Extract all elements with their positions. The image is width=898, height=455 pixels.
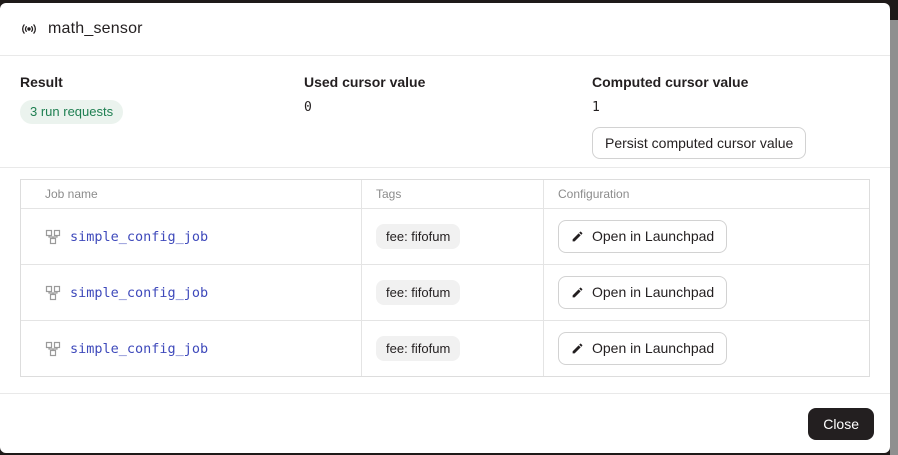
run-requests-badge: 3 run requests xyxy=(20,100,123,124)
column-header-job-name: Job name xyxy=(21,180,361,208)
computed-cursor-value: 1 xyxy=(592,100,600,116)
table-header-row: Job name Tags Configuration xyxy=(21,180,869,208)
job-name-cell: simple_config_job xyxy=(21,321,361,376)
page-scrollbar[interactable] xyxy=(890,20,898,455)
column-header-configuration: Configuration xyxy=(543,180,869,208)
job-name-link[interactable]: simple_config_job xyxy=(70,229,208,245)
tag-badge: fee: fifofum xyxy=(376,280,460,306)
result-column: Result 3 run requests xyxy=(20,74,304,167)
sensor-icon xyxy=(20,20,38,38)
open-in-launchpad-label: Open in Launchpad xyxy=(592,339,714,357)
open-in-launchpad-label: Open in Launchpad xyxy=(592,283,714,301)
table-row: simple_config_job fee: fifofum Open in L… xyxy=(21,264,869,320)
tags-cell: fee: fifofum xyxy=(361,209,543,264)
job-name-cell: simple_config_job xyxy=(21,265,361,320)
pencil-icon xyxy=(571,286,584,299)
job-name-link[interactable]: simple_config_job xyxy=(70,285,208,301)
used-cursor-label: Used cursor value xyxy=(304,74,425,90)
job-icon xyxy=(45,285,61,301)
tags-cell: fee: fifofum xyxy=(361,265,543,320)
dialog-title: math_sensor xyxy=(48,20,143,38)
computed-cursor-column: Computed cursor value 1 Persist computed… xyxy=(592,74,870,167)
tags-cell: fee: fifofum xyxy=(361,321,543,376)
open-in-launchpad-button[interactable]: Open in Launchpad xyxy=(558,332,727,364)
job-icon xyxy=(45,341,61,357)
pencil-icon xyxy=(571,342,584,355)
configuration-cell: Open in Launchpad xyxy=(543,265,869,320)
open-in-launchpad-button[interactable]: Open in Launchpad xyxy=(558,220,727,252)
job-name-cell: simple_config_job xyxy=(21,209,361,264)
result-label: Result xyxy=(20,74,63,90)
persist-cursor-button[interactable]: Persist computed cursor value xyxy=(592,127,806,159)
evaluation-summary: Result 3 run requests Used cursor value … xyxy=(0,56,890,168)
configuration-cell: Open in Launchpad xyxy=(543,321,869,376)
used-cursor-column: Used cursor value 0 xyxy=(304,74,592,167)
tag-badge: fee: fifofum xyxy=(376,336,460,362)
screen: math_sensor Result 3 run requests Used c… xyxy=(0,0,898,455)
job-name-link[interactable]: simple_config_job xyxy=(70,341,208,357)
sensor-evaluation-dialog: math_sensor Result 3 run requests Used c… xyxy=(0,3,890,453)
tag-badge: fee: fifofum xyxy=(376,224,460,250)
dialog-header: math_sensor xyxy=(0,3,890,56)
pencil-icon xyxy=(571,230,584,243)
used-cursor-value: 0 xyxy=(304,100,312,116)
run-requests-table: Job name Tags Configuration simple_confi… xyxy=(20,179,870,377)
dialog-footer: Close xyxy=(0,393,890,453)
open-in-launchpad-button[interactable]: Open in Launchpad xyxy=(558,276,727,308)
column-header-tags: Tags xyxy=(361,180,543,208)
table-row: simple_config_job fee: fifofum Open in L… xyxy=(21,320,869,376)
close-button[interactable]: Close xyxy=(808,408,874,440)
configuration-cell: Open in Launchpad xyxy=(543,209,869,264)
table-row: simple_config_job fee: fifofum Open in L… xyxy=(21,208,869,264)
open-in-launchpad-label: Open in Launchpad xyxy=(592,227,714,245)
job-icon xyxy=(45,229,61,245)
computed-cursor-label: Computed cursor value xyxy=(592,74,748,90)
